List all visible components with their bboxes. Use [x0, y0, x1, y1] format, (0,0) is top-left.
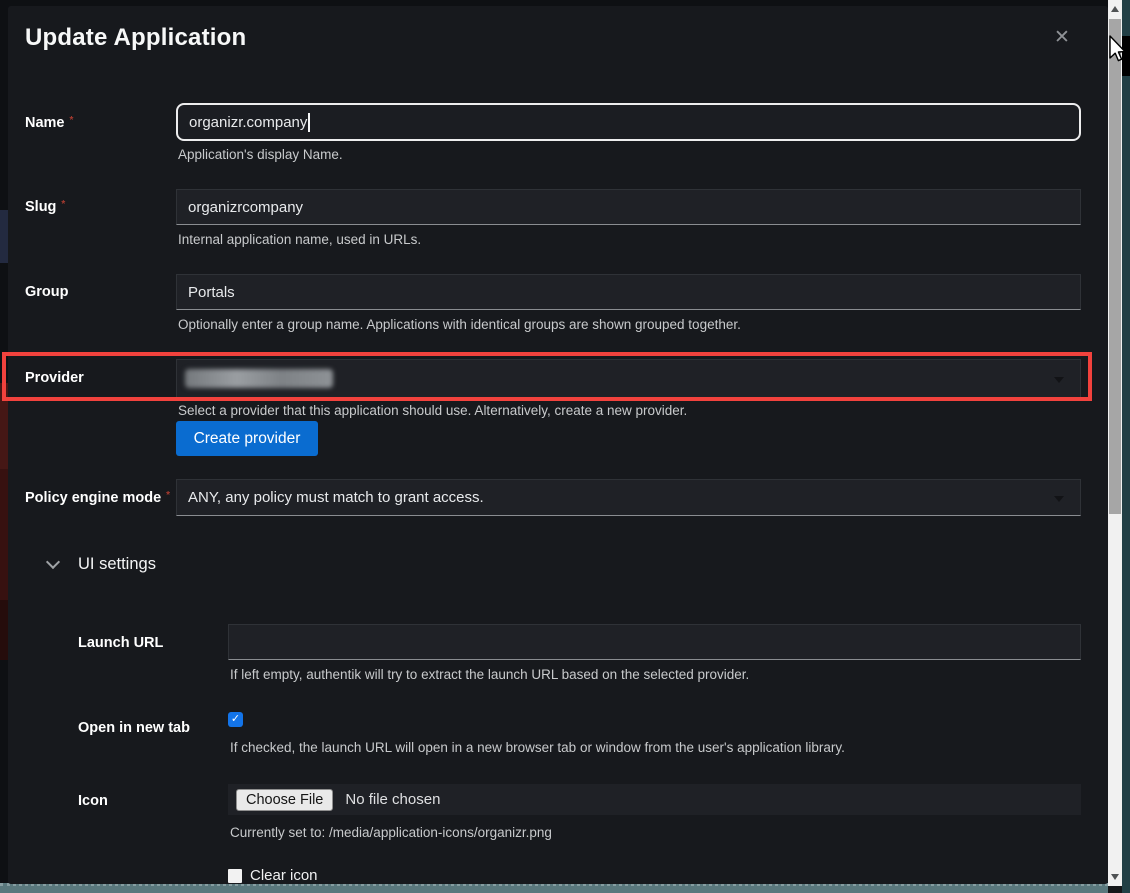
required-asterisk: * [61, 199, 65, 210]
checkmark-icon: ✓ [231, 714, 240, 725]
update-application-modal: Update Application ✕ Name* organizr.comp… [8, 6, 1108, 884]
slug-input[interactable]: organizrcompany [176, 189, 1081, 225]
clear-icon-label: Clear icon [250, 867, 318, 884]
scrollbar-up-button[interactable] [1108, 0, 1122, 17]
clear-icon-checkbox[interactable] [228, 869, 242, 883]
close-icon[interactable]: ✕ [1054, 28, 1070, 47]
dropdown-caret-icon [1054, 377, 1064, 383]
modal-title: Update Application [25, 24, 246, 52]
arrow-up-icon [1111, 6, 1119, 12]
name-input[interactable]: organizr.company [176, 103, 1081, 141]
icon-file-input[interactable]: Choose File No file chosen [228, 784, 1081, 815]
launch-url-label: Launch URL [78, 635, 163, 651]
open-in-new-tab-help: If checked, the launch URL will open in … [230, 740, 845, 755]
page-right-edge-black [1122, 36, 1130, 76]
required-asterisk: * [166, 490, 170, 501]
scrollbar-thumb[interactable] [1109, 19, 1121, 514]
file-chosen-status: No file chosen [345, 791, 440, 808]
choose-file-button[interactable]: Choose File [236, 789, 333, 811]
group-label: Group [25, 284, 69, 300]
page-right-edge [1122, 0, 1130, 893]
page-left-edge-blue [0, 210, 8, 263]
page-left-edge-red [0, 600, 8, 660]
open-in-new-tab-label: Open in new tab [78, 720, 190, 736]
name-input-value: organizr.company [189, 114, 307, 131]
page-left-edge-red [0, 469, 8, 600]
scrollbar[interactable] [1108, 0, 1122, 886]
open-in-new-tab-checkbox[interactable]: ✓ [228, 712, 243, 727]
policy-engine-mode-value: ANY, any policy must match to grant acce… [188, 489, 484, 506]
icon-help: Currently set to: /media/application-ico… [230, 825, 552, 840]
policy-engine-mode-label: Policy engine mode* [25, 490, 170, 506]
page-left-edge-red [0, 383, 8, 469]
dropdown-caret-icon [1054, 496, 1064, 502]
page-bottom-edge [0, 883, 1108, 893]
required-asterisk: * [70, 115, 74, 126]
provider-label: Provider [25, 370, 84, 386]
launch-url-help: If left empty, authentik will try to ext… [230, 667, 749, 682]
arrow-down-icon [1111, 874, 1119, 880]
scrollbar-down-button[interactable] [1108, 868, 1122, 886]
chevron-down-icon[interactable] [46, 555, 60, 569]
screen: Update Application ✕ Name* organizr.comp… [0, 0, 1130, 893]
slug-help: Internal application name, used in URLs. [178, 232, 421, 247]
provider-help: Select a provider that this application … [178, 403, 687, 418]
text-caret [308, 113, 310, 132]
policy-engine-mode-select[interactable]: ANY, any policy must match to grant acce… [176, 479, 1081, 516]
group-input[interactable]: Portals [176, 274, 1081, 310]
group-help: Optionally enter a group name. Applicati… [178, 317, 741, 332]
name-help: Application's display Name. [178, 147, 343, 162]
launch-url-input[interactable] [228, 624, 1081, 660]
ui-settings-group-header[interactable]: UI settings [78, 555, 156, 574]
slug-input-value: organizrcompany [188, 199, 303, 216]
provider-select[interactable] [176, 359, 1081, 399]
slug-label: Slug* [25, 199, 65, 215]
icon-label: Icon [78, 793, 108, 809]
name-label: Name* [25, 115, 73, 131]
group-input-value: Portals [188, 284, 235, 301]
provider-redacted-value [185, 369, 333, 388]
create-provider-button[interactable]: Create provider [176, 421, 318, 456]
